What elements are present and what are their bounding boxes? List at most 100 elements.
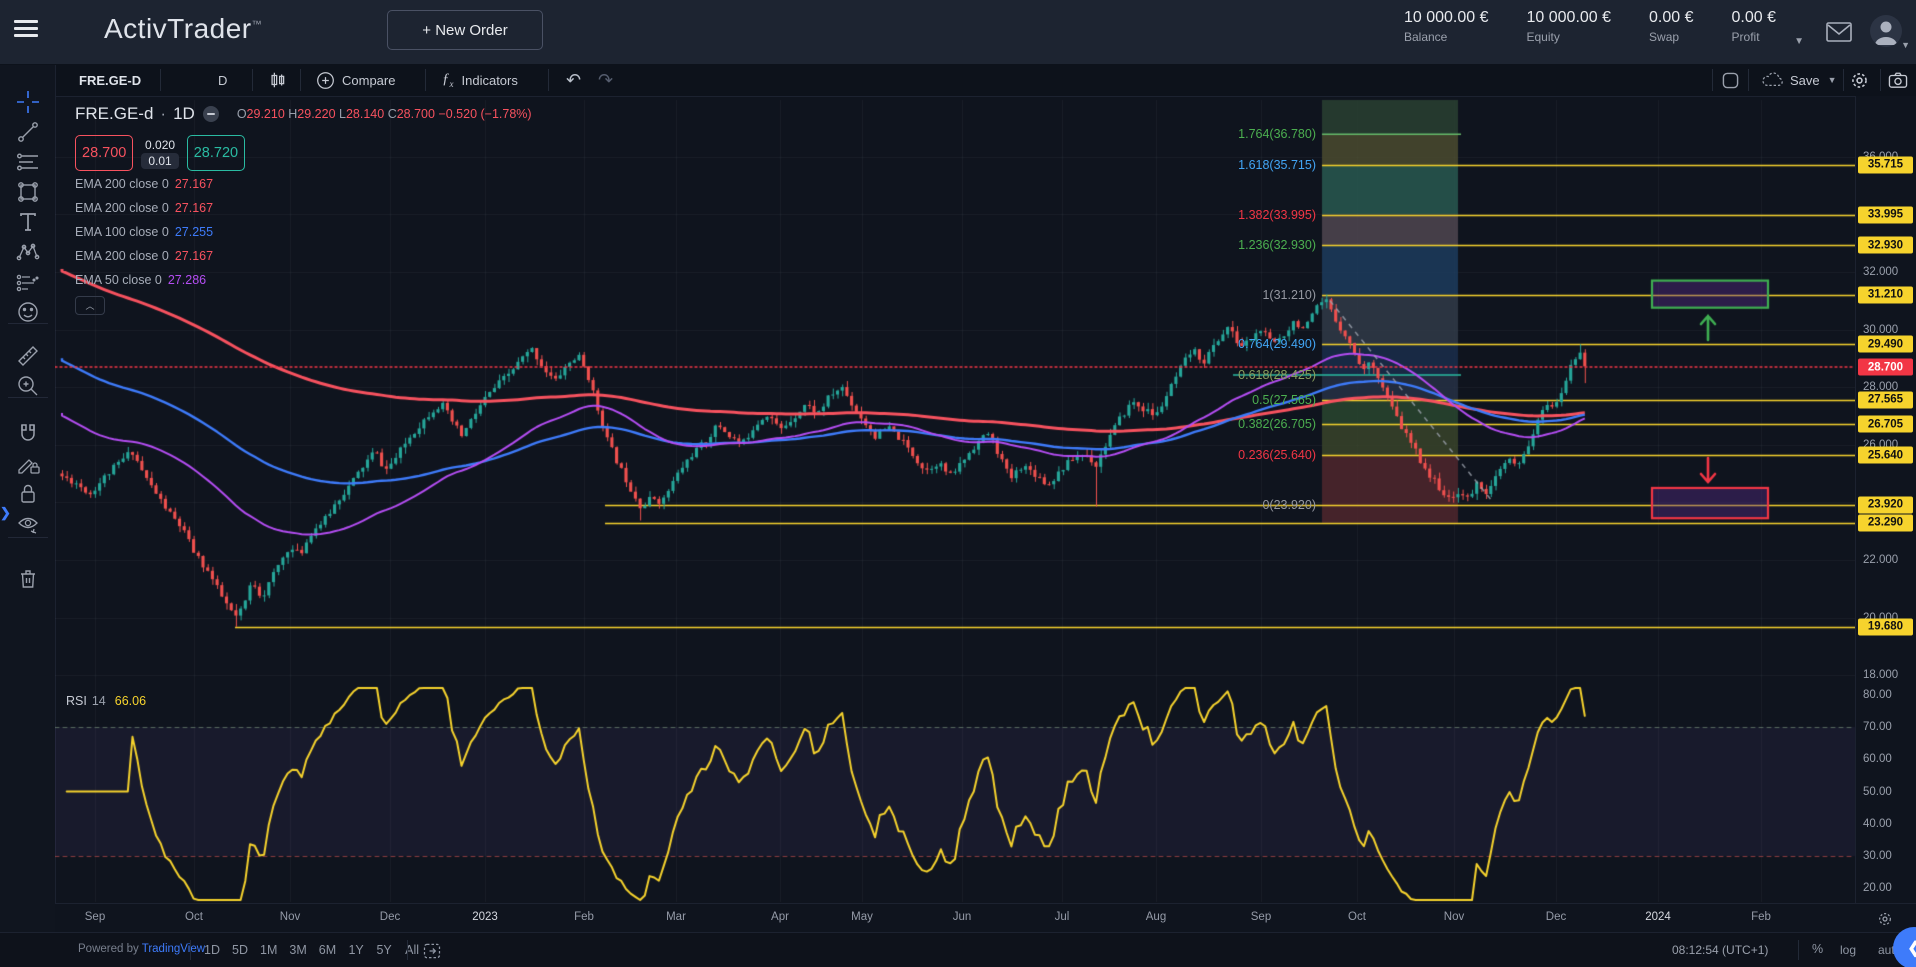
ask-button[interactable]: 28.720 bbox=[187, 135, 245, 171]
range-button-3m[interactable]: 3M bbox=[285, 937, 310, 963]
chart-legend: FRE.GE-d·1D O29.210 H29.220 L28.140 C28.… bbox=[75, 104, 532, 315]
new-order-button[interactable]: + New Order bbox=[387, 10, 543, 50]
toolbar-separator bbox=[1880, 69, 1881, 91]
level-price-badge[interactable]: 29.490 bbox=[1858, 336, 1913, 353]
level-price-badge[interactable]: 31.210 bbox=[1858, 286, 1913, 303]
bid-button[interactable]: 28.700 bbox=[75, 135, 133, 171]
symbol-search-button[interactable]: FRE.GE-D bbox=[79, 64, 141, 96]
symbol-name: FRE.GE-d bbox=[75, 104, 153, 124]
app-logo: ActivTrader™ bbox=[104, 13, 262, 45]
forecast-tool-icon[interactable] bbox=[14, 268, 42, 296]
rsi-tick-label: 80.00 bbox=[1863, 689, 1892, 701]
percent-scale-button[interactable]: % bbox=[1812, 942, 1823, 956]
toolbar-separator bbox=[425, 69, 426, 91]
range-button-1d[interactable]: 1D bbox=[200, 937, 224, 963]
magnet-tool-icon[interactable] bbox=[14, 420, 42, 448]
tradingview-link[interactable]: TradingView bbox=[142, 943, 205, 955]
shapes-tool-icon[interactable] bbox=[14, 178, 42, 206]
trend-line-tool-icon[interactable] bbox=[14, 118, 42, 146]
log-scale-button[interactable]: log bbox=[1840, 943, 1856, 957]
time-tick-label: May bbox=[851, 911, 873, 923]
avatar[interactable] bbox=[1870, 15, 1902, 47]
interval-button[interactable]: D bbox=[218, 64, 227, 96]
mail-icon[interactable] bbox=[1826, 21, 1852, 43]
level-price-badge[interactable]: 32.930 bbox=[1858, 237, 1913, 254]
legend-collapse-button[interactable]: ︿ bbox=[75, 296, 105, 315]
toolbar-separator bbox=[252, 69, 253, 91]
level-price-badge[interactable]: 26.705 bbox=[1858, 416, 1913, 433]
level-price-badge[interactable]: 35.715 bbox=[1858, 156, 1913, 173]
toolbar-separator bbox=[8, 537, 48, 538]
screenshot-camera-icon[interactable] bbox=[1888, 64, 1908, 96]
rsi-legend[interactable]: RSI1466.06 bbox=[66, 694, 146, 708]
time-axis[interactable]: SepOctNovDec2023FebMarAprMayJunJulAugSep… bbox=[55, 903, 1855, 933]
fib-level-label: 0.236(25.640) bbox=[1238, 448, 1316, 462]
axis-settings-gear-icon[interactable] bbox=[1877, 911, 1893, 927]
footer-bar: Powered by TradingView 1D5D1M3M6M1Y5YAll… bbox=[0, 932, 1916, 967]
toolbar-separator bbox=[1748, 69, 1749, 91]
range-button-1m[interactable]: 1M bbox=[256, 937, 281, 963]
time-tick-label: Dec bbox=[1546, 911, 1566, 923]
go-to-date-icon[interactable] bbox=[422, 941, 442, 961]
fib-level-label: 1.236(32.930) bbox=[1238, 238, 1316, 252]
time-tick-label: Sep bbox=[1251, 911, 1271, 923]
level-price-badge[interactable]: 27.565 bbox=[1858, 391, 1913, 408]
stat-value: 10 000.00 € bbox=[1527, 9, 1612, 27]
indicator-row[interactable]: EMA 200 close 027.167 bbox=[75, 196, 532, 220]
bid-ask-widget: 28.700 0.020 0.01 28.720 bbox=[75, 134, 532, 172]
indicator-row[interactable]: EMA 200 close 027.167 bbox=[75, 244, 532, 268]
ohlc-readout: O29.210 H29.220 L28.140 C28.700 −0.520 (… bbox=[237, 107, 532, 121]
price-axis[interactable]: 36.00032.00030.00028.00026.00022.00020.0… bbox=[1855, 96, 1916, 903]
trash-tool-icon[interactable] bbox=[14, 565, 42, 593]
lock-all-tool-icon[interactable] bbox=[14, 480, 42, 508]
account-stat: 0.00 €Profit bbox=[1732, 9, 1776, 44]
indicator-row[interactable]: EMA 50 close 027.286 bbox=[75, 268, 532, 292]
range-button-all[interactable]: All bbox=[400, 937, 424, 963]
indicator-row[interactable]: EMA 100 close 027.255 bbox=[75, 220, 532, 244]
indicators-button[interactable]: ƒxIndicators bbox=[442, 64, 518, 96]
indicator-value: 27.286 bbox=[168, 273, 206, 287]
level-price-badge[interactable]: 33.995 bbox=[1858, 206, 1913, 223]
hamburger-menu-icon[interactable] bbox=[14, 20, 40, 42]
stat-value: 0.00 € bbox=[1649, 9, 1693, 27]
range-button-6m[interactable]: 6M bbox=[315, 937, 340, 963]
toolbar-separator bbox=[1712, 69, 1713, 91]
candle-style-icon[interactable] bbox=[268, 64, 288, 96]
indicator-value: 27.167 bbox=[175, 249, 213, 263]
hide-all-tool-icon[interactable] bbox=[14, 510, 42, 538]
crosshair-tool-icon[interactable] bbox=[14, 88, 42, 116]
save-layout-button[interactable]: Save▼ bbox=[1760, 64, 1837, 96]
range-button-1y[interactable]: 1Y bbox=[344, 937, 368, 963]
stat-label: Balance bbox=[1404, 30, 1489, 44]
emoji-tool-icon[interactable] bbox=[14, 298, 42, 326]
xabcd-pattern-tool-icon[interactable] bbox=[14, 238, 42, 266]
level-price-badge[interactable]: 23.290 bbox=[1858, 514, 1913, 531]
indicator-row[interactable]: EMA 200 close 027.167 bbox=[75, 172, 532, 196]
compare-button[interactable]: Compare bbox=[316, 64, 395, 96]
level-price-badge[interactable]: 23.920 bbox=[1858, 496, 1913, 513]
collapse-circle-icon[interactable] bbox=[202, 105, 220, 123]
time-tick-label: 2024 bbox=[1645, 911, 1671, 923]
current-price-badge[interactable]: 28.700 bbox=[1858, 359, 1913, 376]
range-button-5y[interactable]: 5Y bbox=[372, 937, 396, 963]
chevron-down-icon[interactable]: ▼ bbox=[1794, 36, 1804, 47]
settings-gear-icon[interactable] bbox=[1850, 64, 1869, 96]
range-button-5d[interactable]: 5D bbox=[228, 937, 252, 963]
level-price-badge[interactable]: 19.680 bbox=[1858, 618, 1913, 635]
symbol-title[interactable]: FRE.GE-d·1D O29.210 H29.220 L28.140 C28.… bbox=[75, 104, 532, 124]
expand-panel-chevron-icon[interactable]: ❯ bbox=[0, 505, 11, 521]
redo-button[interactable]: ↷ bbox=[598, 64, 613, 96]
fib-retracement-tool-icon[interactable] bbox=[14, 148, 42, 176]
undo-button[interactable]: ↶ bbox=[566, 64, 581, 96]
level-price-badge[interactable]: 25.640 bbox=[1858, 447, 1913, 464]
indicator-name: EMA 100 close 0 bbox=[75, 225, 169, 239]
time-tick-label: Aug bbox=[1146, 911, 1166, 923]
ruler-tool-icon[interactable] bbox=[14, 342, 42, 370]
chevron-down-icon[interactable]: ▼ bbox=[1901, 40, 1910, 50]
layout-checkbox[interactable] bbox=[1722, 64, 1739, 96]
time-tick-label: Mar bbox=[666, 911, 686, 923]
clock[interactable]: 08:12:54 (UTC+1) bbox=[1672, 943, 1768, 957]
zoom-in-tool-icon[interactable] bbox=[14, 372, 42, 400]
text-tool-icon[interactable] bbox=[14, 208, 42, 236]
drawing-lock-tool-icon[interactable] bbox=[14, 450, 42, 478]
